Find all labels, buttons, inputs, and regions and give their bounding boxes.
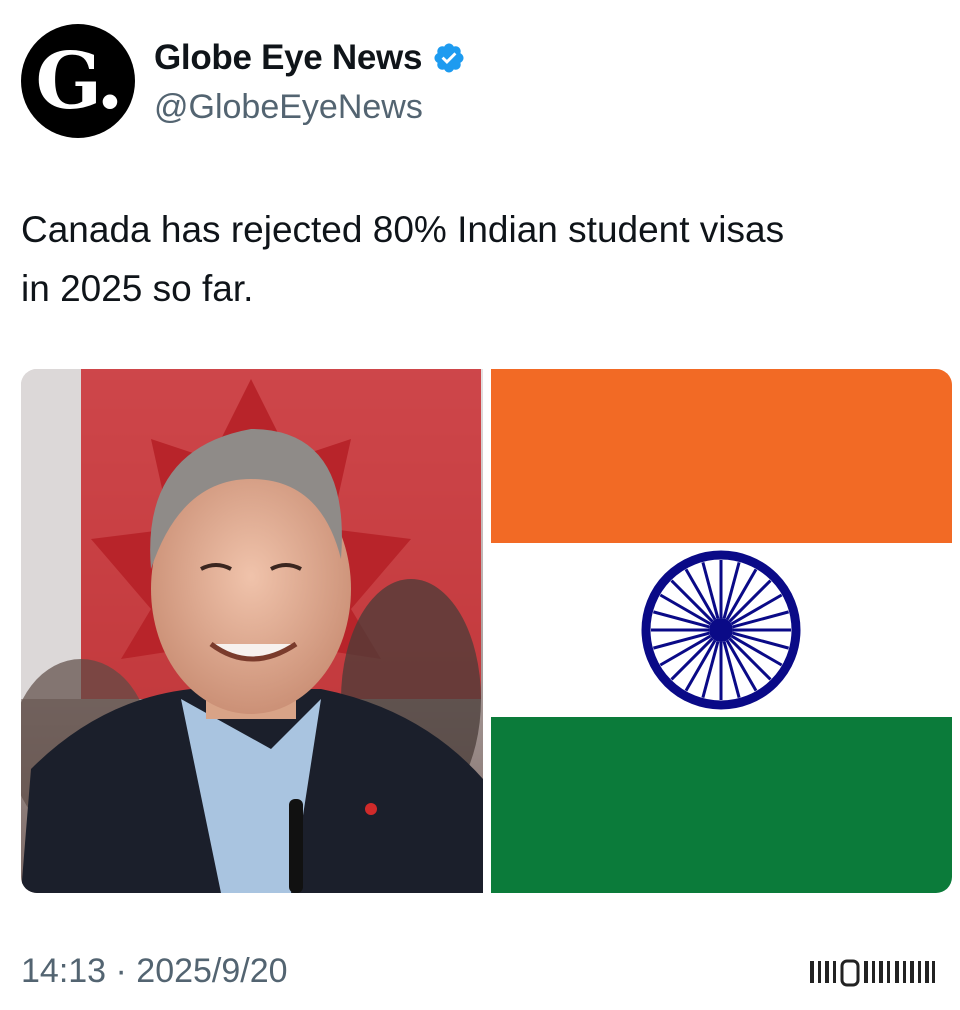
chakra-spoke [728,637,772,681]
watermark-icon [810,959,935,987]
flag-green-band [491,717,952,893]
ashoka-chakra-icon [641,550,801,710]
media-flag-india[interactable] [491,369,952,893]
tweet-text: Canada has rejected 80% Indian student v… [21,200,941,318]
chakra-spoke [728,579,772,623]
name-row: Globe Eye News [154,38,466,78]
user-handle[interactable]: @GlobeEyeNews [154,88,423,127]
verified-badge-icon [434,43,464,73]
chakra-spoke [670,637,714,681]
display-name[interactable]: Globe Eye News [154,38,422,78]
chakra-spoke [670,579,714,623]
person-portrait-icon [21,369,483,893]
tweet-header: G. Globe Eye News @GlobeEyeNews [21,24,921,139]
media-photo[interactable] [21,369,483,893]
tweet-text-line-2: in 2025 so far. [21,268,254,309]
avatar[interactable]: G. [21,24,135,138]
avatar-letter: G. [35,35,124,127]
tweet-timestamp[interactable]: 14:13 · 2025/9/20 [21,952,288,991]
tweet-media [21,369,952,893]
flag-saffron-band [491,369,952,543]
tweet-text-line-1: Canada has rejected 80% Indian student v… [21,209,785,250]
